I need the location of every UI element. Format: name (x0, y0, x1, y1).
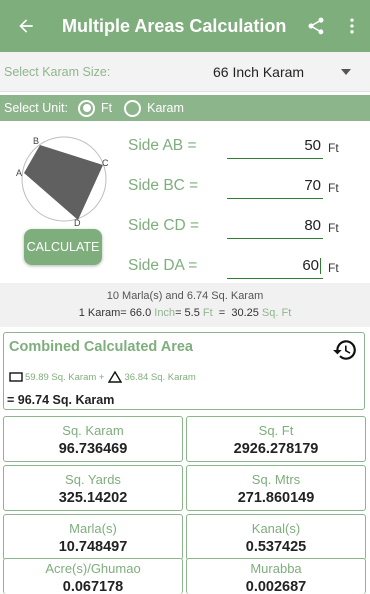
result-label: Marla(s) (69, 521, 117, 536)
karam-conversion: 1 Karam= 66.0 Inch= 5.5 Ft = 30.25 Sq. F… (0, 302, 370, 319)
diagram-shape (24, 145, 103, 220)
radio-unselected-icon[interactable] (124, 99, 142, 117)
result-label: Murabba (250, 561, 302, 576)
result-label: Sq. Yards (65, 472, 121, 487)
unit-option-karam[interactable]: Karam (124, 99, 184, 117)
side-ab-unit: Ft (328, 141, 339, 155)
conversion-info: 10 Marla(s) and 6.74 Sq. Karam 1 Karam= … (0, 283, 370, 327)
rect-area: 59.89 Sq. Karam + (25, 371, 105, 383)
result-acre: Acre(s)/Ghumao 0.067178 (3, 558, 183, 594)
back-button[interactable] (0, 0, 52, 52)
side-da-row: Side DA = 60 Ft (128, 251, 358, 285)
side-cd-unit: Ft (328, 221, 339, 235)
result-label: Sq. Mtrs (251, 472, 301, 487)
side-ab-input[interactable]: 50 (227, 133, 323, 159)
side-bc-label: Side BC = (128, 177, 199, 194)
page-title: Multiple Areas Calculation (62, 15, 287, 36)
result-value: 325.14202 (58, 490, 128, 506)
side-da-value: 60 (302, 257, 319, 274)
inch-value: 66.0 (129, 307, 152, 319)
calculate-button[interactable]: CALCULATE (24, 229, 102, 265)
result-value: 0.002687 (245, 579, 307, 594)
side-bc-unit: Ft (328, 181, 339, 195)
result-label: Sq. Karam (62, 423, 124, 438)
triangle-icon (108, 371, 123, 383)
side-ab-label: Side AB = (128, 137, 197, 154)
history-icon (333, 340, 356, 360)
side-ab-row: Side AB = 50 Ft (128, 131, 358, 165)
karam-size-label: Select Karam Size: (4, 64, 111, 79)
result-sq-mtrs: Sq. Mtrs 271.860149 (186, 465, 366, 511)
side-bc-input[interactable]: 70 (227, 173, 323, 199)
rectangle-icon (9, 372, 23, 382)
history-button[interactable] (332, 337, 358, 368)
result-sq-ft: Sq. Ft 2926.278179 (186, 416, 366, 462)
side-cd-label: Side CD = (128, 217, 200, 234)
side-da-input[interactable]: 60 (227, 253, 323, 279)
sqft-value: 30.25 (231, 307, 259, 319)
result-value: 0.067178 (62, 579, 124, 594)
unit-option-ft-label: Ft (101, 101, 113, 115)
karam-size-select[interactable]: 66 Inch Karam (175, 64, 325, 80)
diagram-label-c: C (102, 158, 109, 168)
ft-unit: Ft (199, 307, 213, 319)
side-cd-row: Side CD = 80 Ft (128, 211, 358, 245)
karam-size-row: Select Karam Size: 66 Inch Karam (0, 52, 370, 92)
quadrilateral-diagram: B C A D (16, 136, 109, 228)
unit-option-ft[interactable]: Ft (78, 99, 113, 117)
result-marla: Marla(s) 10.748497 (3, 514, 183, 560)
inch-unit: Inch (151, 307, 176, 319)
text-cursor (320, 258, 321, 275)
area-breakdown: 59.89 Sq. Karam + 36.84 Sq. Karam (9, 371, 196, 383)
result-value: 0.537425 (245, 539, 307, 555)
side-da-label: Side DA = (128, 257, 198, 274)
unit-label: Select Unit: (4, 101, 68, 115)
share-button[interactable] (298, 0, 334, 52)
result-kanal: Kanal(s) 0.537425 (186, 514, 366, 560)
result-value: 10.748497 (58, 539, 128, 555)
combined-area-title: Combined Calculated Area (9, 339, 193, 355)
chevron-down-icon[interactable] (341, 68, 351, 75)
result-value: 271.860149 (237, 490, 315, 506)
side-da-unit: Ft (328, 261, 339, 275)
result-value: 2926.278179 (233, 441, 319, 457)
marla-summary: 10 Marla(s) and 6.74 Sq. Karam (106, 290, 264, 302)
result-sq-karam: Sq. Karam 96.736469 (3, 416, 183, 462)
diagram-label-d: D (74, 218, 81, 228)
side-bc-row: Side BC = 70 Ft (128, 171, 358, 205)
share-icon (308, 17, 324, 35)
diagram-label-b: B (33, 136, 39, 146)
unit-row: Select Unit: Ft Karam (0, 95, 370, 121)
result-murabba: Murabba 0.002687 (186, 558, 366, 594)
app-bar: Multiple Areas Calculation (0, 0, 370, 52)
radio-selected-icon[interactable] (78, 99, 95, 117)
ft-value: 5.5 (184, 307, 200, 319)
result-value: 96.736469 (58, 441, 128, 457)
sqft-unit: Sq. Ft (258, 307, 292, 319)
result-label: Sq. Ft (258, 423, 294, 438)
unit-option-karam-label: Karam (147, 101, 184, 115)
combined-area-card: Combined Calculated Area 59.89 Sq. Karam… (3, 332, 365, 410)
karam-eq-prefix: 1 Karam= (78, 307, 130, 319)
arrow-left-icon (19, 19, 33, 33)
result-sq-yards: Sq. Yards 325.14202 (3, 465, 183, 511)
eq-sign-1: = (175, 307, 185, 319)
eq-sign-2: = (212, 307, 232, 319)
diagram-label-a: A (16, 168, 22, 178)
combined-total: = 96.74 Sq. Karam (7, 393, 115, 407)
overflow-menu-button[interactable] (334, 0, 370, 52)
more-vert-icon (350, 18, 354, 34)
side-cd-input[interactable]: 80 (227, 213, 323, 239)
result-label: Kanal(s) (251, 521, 301, 536)
tri-area: 36.84 Sq. Karam (124, 371, 196, 383)
result-label: Acre(s)/Ghumao (45, 561, 141, 576)
